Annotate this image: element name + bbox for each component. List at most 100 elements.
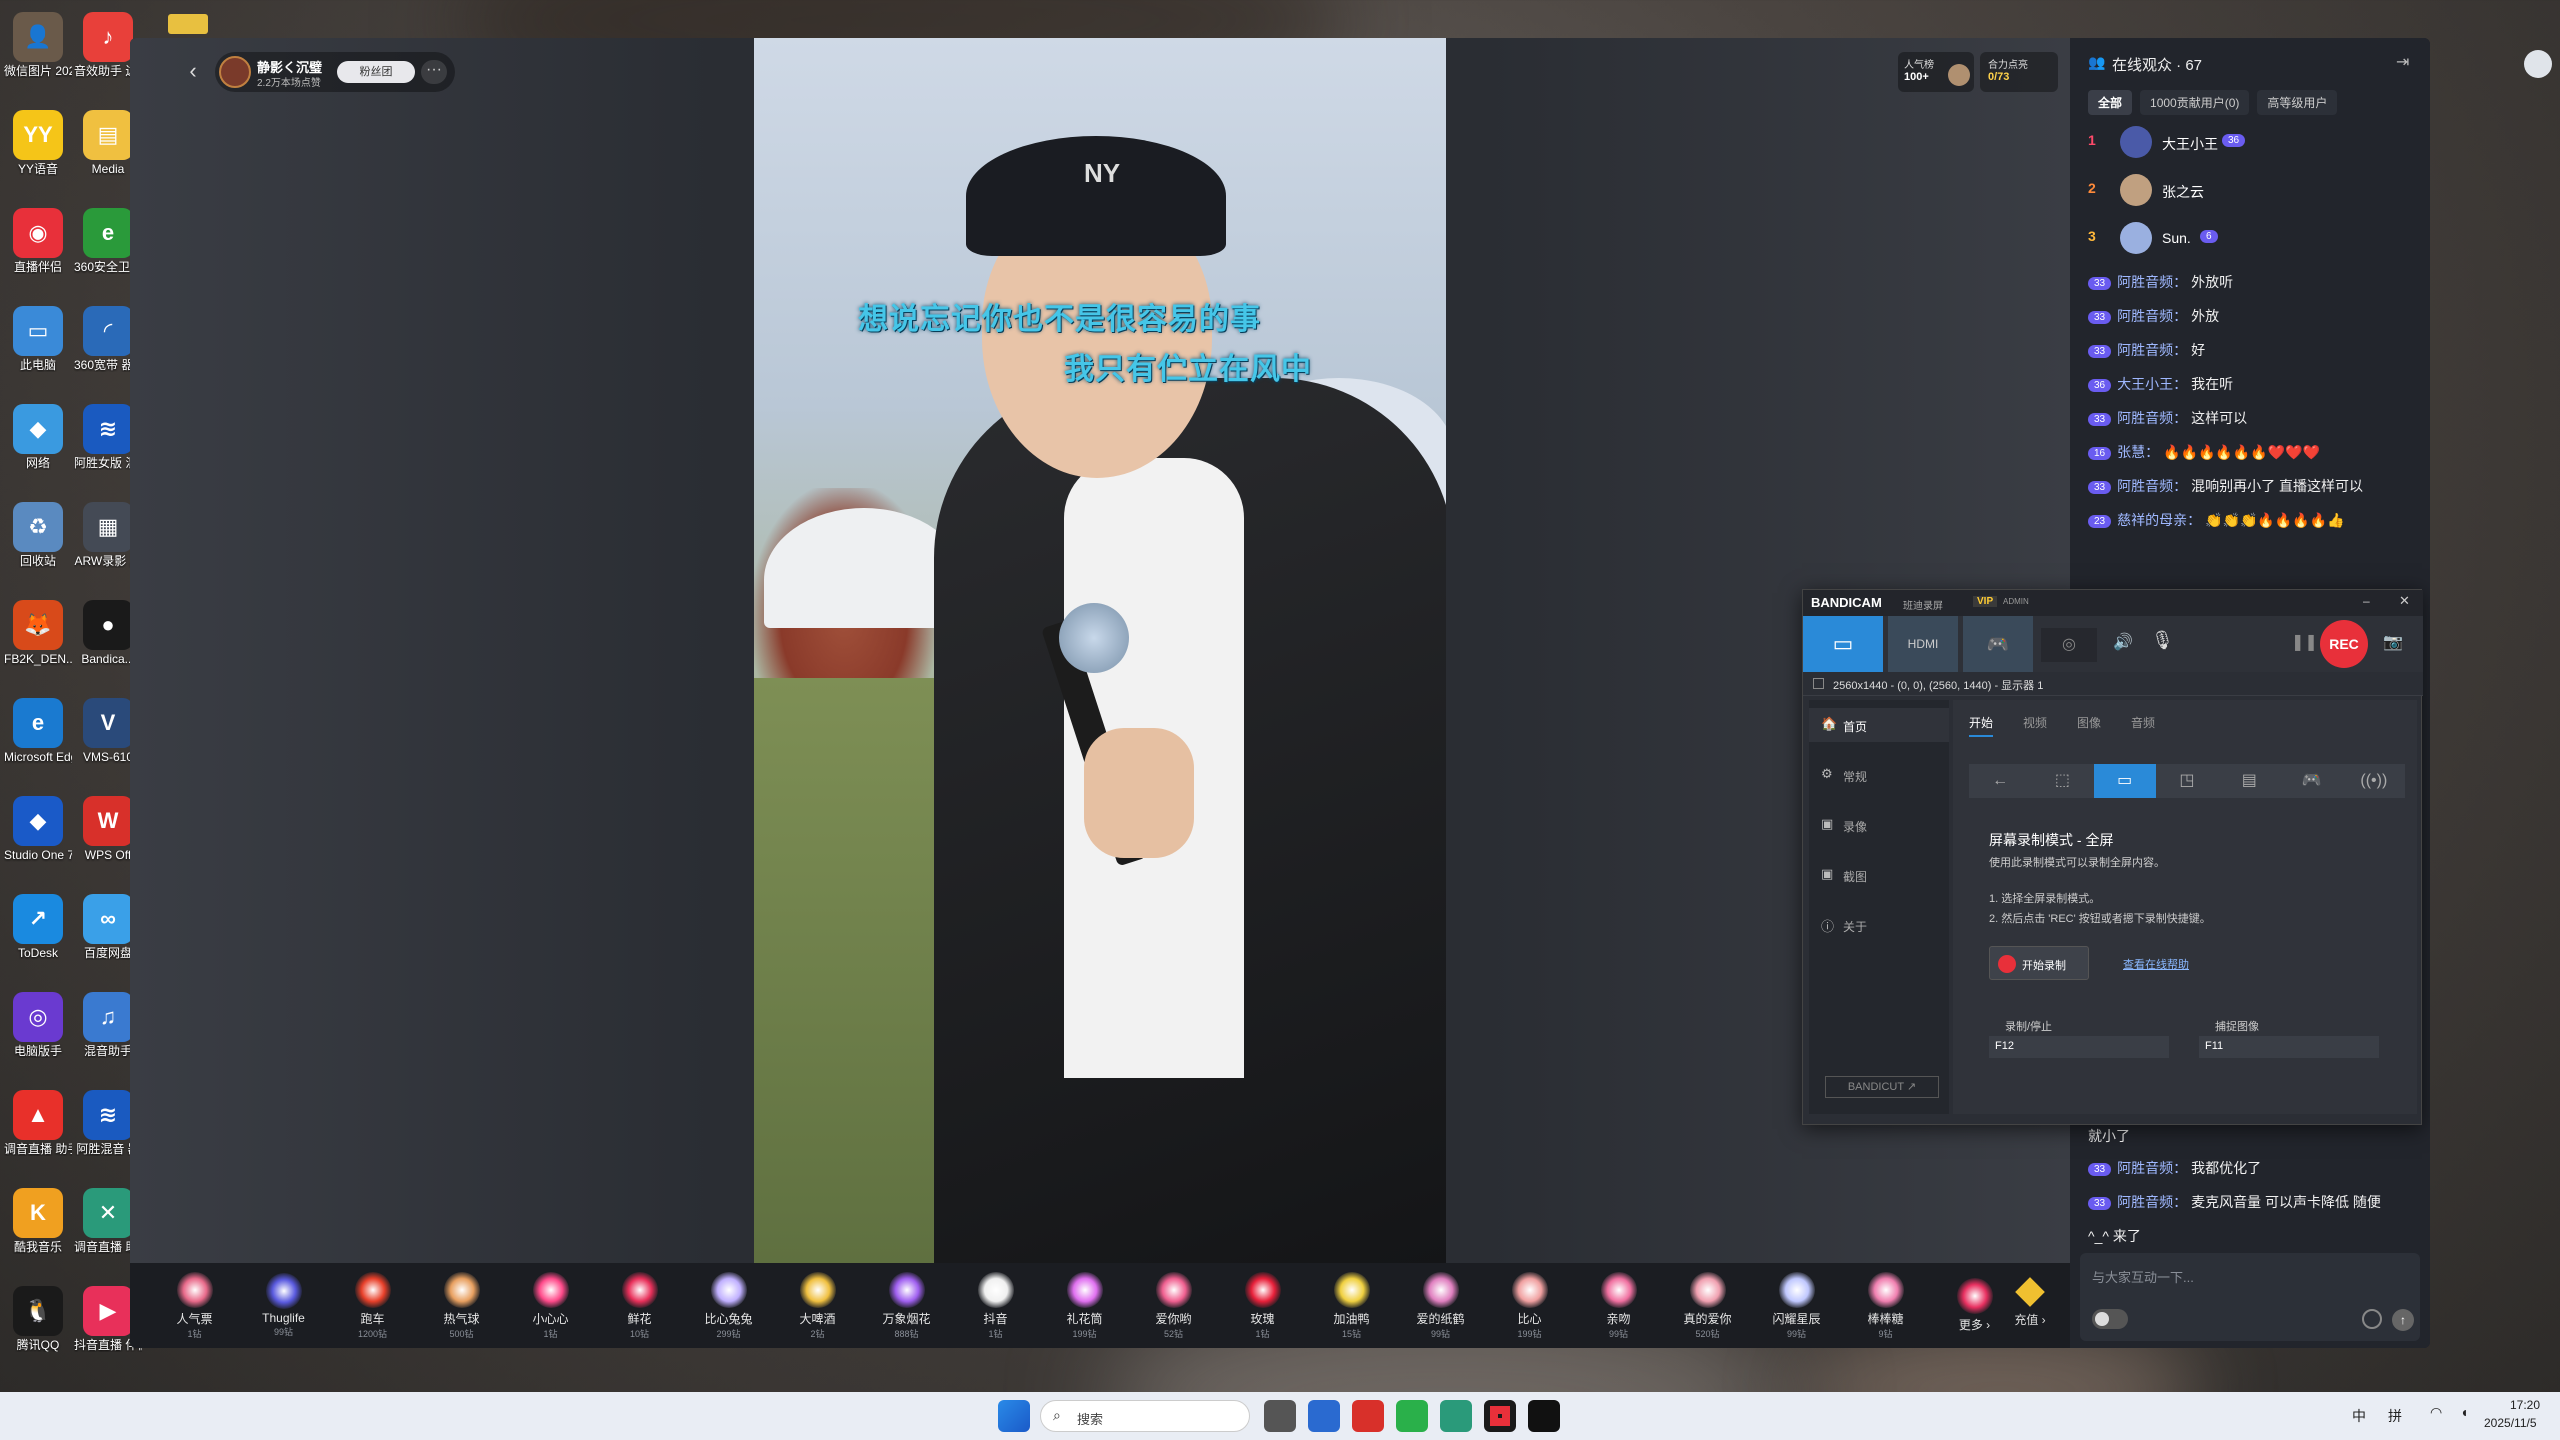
region-checkbox[interactable]	[1813, 678, 1824, 689]
gift-item[interactable]: 比心兔兔 299钻	[684, 1271, 773, 1340]
gift-item[interactable]: 热气球 500钻	[417, 1271, 506, 1340]
chat-username[interactable]: 阿胜音频：	[2117, 478, 2187, 494]
chat-username[interactable]: 阿胜音频：	[2117, 342, 2187, 358]
wechat-icon[interactable]	[1396, 1400, 1428, 1432]
desktop-icon[interactable]: YY YY语音	[4, 106, 72, 201]
bandicam-tab[interactable]: 图像	[2077, 714, 2101, 737]
bandicam-nav-item[interactable]: ▣ 截图	[1809, 858, 1949, 892]
gift-item[interactable]: 礼花筒 199钻	[1040, 1271, 1129, 1340]
gift-item[interactable]: 加油鸭 15钻	[1307, 1271, 1396, 1340]
collapse-panel-icon[interactable]: ⇥	[2396, 52, 2409, 72]
bandicam-nav-item[interactable]: ⚙ 常规	[1809, 758, 1949, 792]
game-mode-button[interactable]: 🎮	[1963, 616, 2033, 672]
wps-icon[interactable]	[1352, 1400, 1384, 1432]
window-mode-icon[interactable]: ◳	[2156, 764, 2218, 798]
hdmi-mode-button[interactable]: HDMI	[1888, 616, 1958, 672]
hotkey-record-field[interactable]: F12	[1989, 1036, 2169, 1058]
desktop-icon[interactable]: 🐧 腾讯QQ	[4, 1282, 72, 1377]
desktop-icon[interactable]: ♻ 回收站	[4, 498, 72, 593]
start-icon[interactable]	[998, 1400, 1030, 1432]
taskbar-search[interactable]: ⌕ 搜索	[1040, 1400, 1250, 1432]
game-mode-icon[interactable]: 🎮	[2280, 764, 2342, 798]
gift-item[interactable]: 亲吻 99钻	[1574, 1271, 1663, 1340]
volume-icon[interactable]: ◖	[2460, 1404, 2468, 1420]
webcam-icon[interactable]: ◎	[2041, 628, 2097, 662]
speaker-icon[interactable]: 🔊	[2113, 632, 2133, 652]
tab-high-level[interactable]: 高等级用户	[2257, 90, 2338, 115]
bandicam-tab[interactable]: 开始	[1969, 714, 1994, 737]
bandicam-task-icon[interactable]	[1484, 1400, 1516, 1432]
device-mode-icon[interactable]: ▤	[2218, 764, 2280, 798]
hotkey-capture-field[interactable]: F11	[2199, 1036, 2379, 1058]
desktop-icon[interactable]: ↗ ToDesk	[4, 890, 72, 985]
chat-username[interactable]: 慈祥的母亲：	[2117, 512, 2201, 528]
region-mode-icon[interactable]: ⬚	[2031, 764, 2093, 798]
fullscreen-mode-button[interactable]: ▭	[1803, 616, 1883, 672]
desktop-icon[interactable]: ◆ 网络	[4, 400, 72, 495]
gift-item[interactable]: 小心心 1钻	[506, 1271, 595, 1340]
start-recording-button[interactable]: 开始录制	[1989, 946, 2089, 980]
bandicam-nav-item[interactable]: ▣ 录像	[1809, 808, 1949, 842]
chat-input[interactable]: 与大家互动一下... ↑	[2080, 1253, 2420, 1341]
bandicut-button[interactable]: BANDICUT ↗	[1825, 1076, 1939, 1098]
more-icon[interactable]: ···	[421, 60, 447, 84]
live-video[interactable]: NY 想说忘记你也不是很容易的事 我只有伫立在风中	[754, 38, 1446, 1263]
back-button[interactable]: ‹	[178, 56, 208, 86]
gift-item[interactable]: 跑车 1200钻	[328, 1271, 417, 1340]
toggle-switch[interactable]	[2092, 1309, 2128, 1329]
gift-item[interactable]: 鲜花 10钻	[595, 1271, 684, 1340]
mic-icon[interactable]: 🎙	[2151, 630, 2174, 651]
rank-row[interactable]: 1 大王小王 36	[2088, 122, 2418, 162]
gift-item[interactable]: 玫瑰 1钻	[1218, 1271, 1307, 1340]
taskview-icon[interactable]	[1264, 1400, 1296, 1432]
gift-item[interactable]: 闪耀星辰 99钻	[1752, 1271, 1841, 1340]
desktop-icon[interactable]: ◆ Studio One 7	[4, 792, 72, 887]
edge-icon[interactable]	[1440, 1400, 1472, 1432]
chat-username[interactable]: 阿胜音频：	[2117, 308, 2187, 324]
help-link[interactable]: 查看在线帮助	[2123, 956, 2189, 972]
desktop-icon[interactable]: 🦊 FB2K_DEN...	[4, 596, 72, 691]
gift-item[interactable]: 抖音 1钻	[951, 1271, 1040, 1340]
chat-username[interactable]: 阿胜音频：	[2117, 1194, 2187, 1210]
fanclub-button[interactable]: 粉丝团	[337, 61, 415, 83]
rec-button[interactable]: REC	[2320, 620, 2368, 668]
close-icon[interactable]: ✕	[2399, 593, 2410, 609]
chat-username[interactable]: 阿胜音频：	[2117, 410, 2187, 426]
gift-item[interactable]: Thuglife 99钻	[239, 1273, 328, 1338]
streamer-avatar[interactable]	[219, 56, 251, 88]
fullscreen-mode-icon[interactable]: ▭	[2093, 764, 2156, 798]
gift-item[interactable]: 棒棒糖 9钻	[1841, 1271, 1930, 1340]
minimize-icon[interactable]: –	[2363, 594, 2370, 608]
hot-badge[interactable]: 合力点亮 0/73	[1980, 52, 2058, 92]
chat-username[interactable]: 张慧：	[2117, 444, 2159, 460]
streamer-card[interactable]: 静影く沉璧 2.2万本场点赞 粉丝团 ···	[215, 52, 455, 92]
bandicam-nav-item[interactable]: ⓘ 关于	[1809, 908, 1949, 942]
bandicam-tab[interactable]: 音频	[2131, 714, 2155, 737]
emoji-icon[interactable]	[2362, 1309, 2382, 1329]
wifi-icon[interactable]: ◠	[2430, 1404, 2442, 1421]
desktop-widget-icon[interactable]	[2524, 50, 2552, 78]
douyin-icon[interactable]	[1528, 1400, 1560, 1432]
camera-icon[interactable]: 📷	[2383, 632, 2403, 652]
rank-row[interactable]: 2 张之云	[2088, 170, 2418, 210]
popularity-badge[interactable]: 人气榜 100+	[1898, 52, 1974, 92]
desktop-icon[interactable]: 👤 微信图片 2025103...	[4, 8, 72, 103]
bandicam-tab[interactable]: 视频	[2023, 714, 2047, 737]
gift-item[interactable]: 真的爱你 520钻	[1663, 1271, 1752, 1340]
desktop-icon[interactable]: K 酷我音乐	[4, 1184, 72, 1279]
gift-item[interactable]: 大啤酒 2钻	[773, 1271, 862, 1340]
rank-row[interactable]: 3 Sun. 6	[2088, 218, 2418, 258]
clock-date[interactable]: 2025/11/5	[2484, 1416, 2537, 1430]
clock-time[interactable]: 17:20	[2510, 1398, 2540, 1412]
gift-item[interactable]: 爱你哟 52钻	[1129, 1271, 1218, 1340]
desktop-icon[interactable]: ◉ 直播伴侣	[4, 204, 72, 299]
gift-item[interactable]: 爱的纸鹤 99钻	[1396, 1271, 1485, 1340]
recharge-button[interactable]: 充值 ›	[2000, 1273, 2060, 1338]
gift-item[interactable]: 万象烟花 888钻	[862, 1271, 951, 1340]
desktop-icon[interactable]: ▭ 此电脑	[4, 302, 72, 397]
audio-mode-icon[interactable]: ((•))	[2343, 764, 2405, 798]
back-arrow-icon[interactable]: ←	[1969, 764, 2031, 798]
store-icon[interactable]	[1308, 1400, 1340, 1432]
gift-item[interactable]: 比心 199钻	[1485, 1271, 1574, 1340]
desktop-icon[interactable]: ▲ 调音直播 助手1.0.1	[4, 1086, 72, 1181]
